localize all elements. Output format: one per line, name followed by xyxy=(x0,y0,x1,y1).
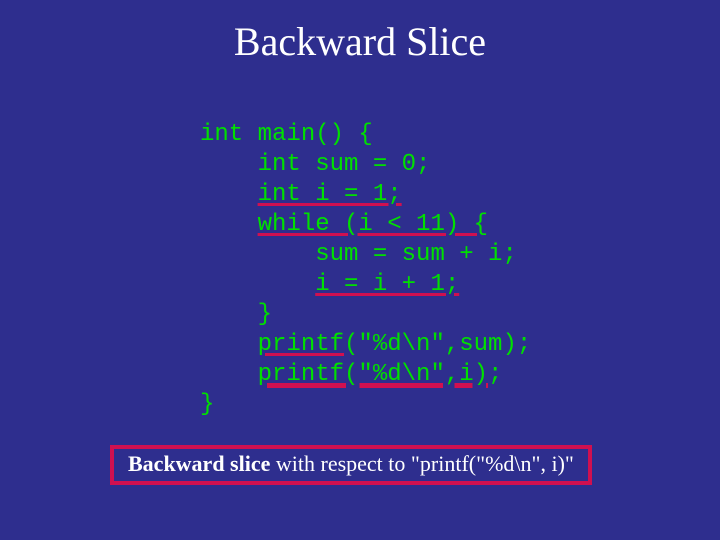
code-line-4-indent xyxy=(200,211,258,238)
caption-bold: Backward slice xyxy=(128,451,270,476)
code-line-7: } xyxy=(200,301,272,328)
code-line-8-rest: ("%d\n",sum); xyxy=(344,331,531,358)
code-line-4-text: while (i < 11) { xyxy=(258,211,488,238)
code-line-9-call: printf("%d\n",i) xyxy=(258,361,488,388)
caption-box: Backward slice with respect to "printf("… xyxy=(110,445,592,485)
caption-text: Backward slice with respect to "printf("… xyxy=(128,451,574,476)
code-line-3-indent xyxy=(200,181,258,208)
caption-rest: with respect to "printf("%d\n", i)" xyxy=(270,451,574,476)
code-line-6-text: i = i + 1; xyxy=(315,271,459,298)
code-line-9-indent xyxy=(200,361,258,388)
code-line-3-text: int i = 1; xyxy=(258,181,402,208)
code-line-10: } xyxy=(200,391,214,418)
slide-title: Backward Slice xyxy=(0,0,720,75)
slide: Backward Slice int main() { int sum = 0;… xyxy=(0,0,720,540)
code-line-1: int main() { xyxy=(200,121,373,148)
code-line-5: sum = sum + i; xyxy=(200,241,517,268)
code-line-8-indent xyxy=(200,331,258,358)
code-line-6-indent xyxy=(200,271,315,298)
code-line-8-printf: printf xyxy=(258,331,344,358)
code-block: int main() { int sum = 0; int i = 1; whi… xyxy=(200,120,531,420)
code-line-2: int sum = 0; xyxy=(200,151,430,178)
code-line-9-semi: ; xyxy=(488,361,502,388)
